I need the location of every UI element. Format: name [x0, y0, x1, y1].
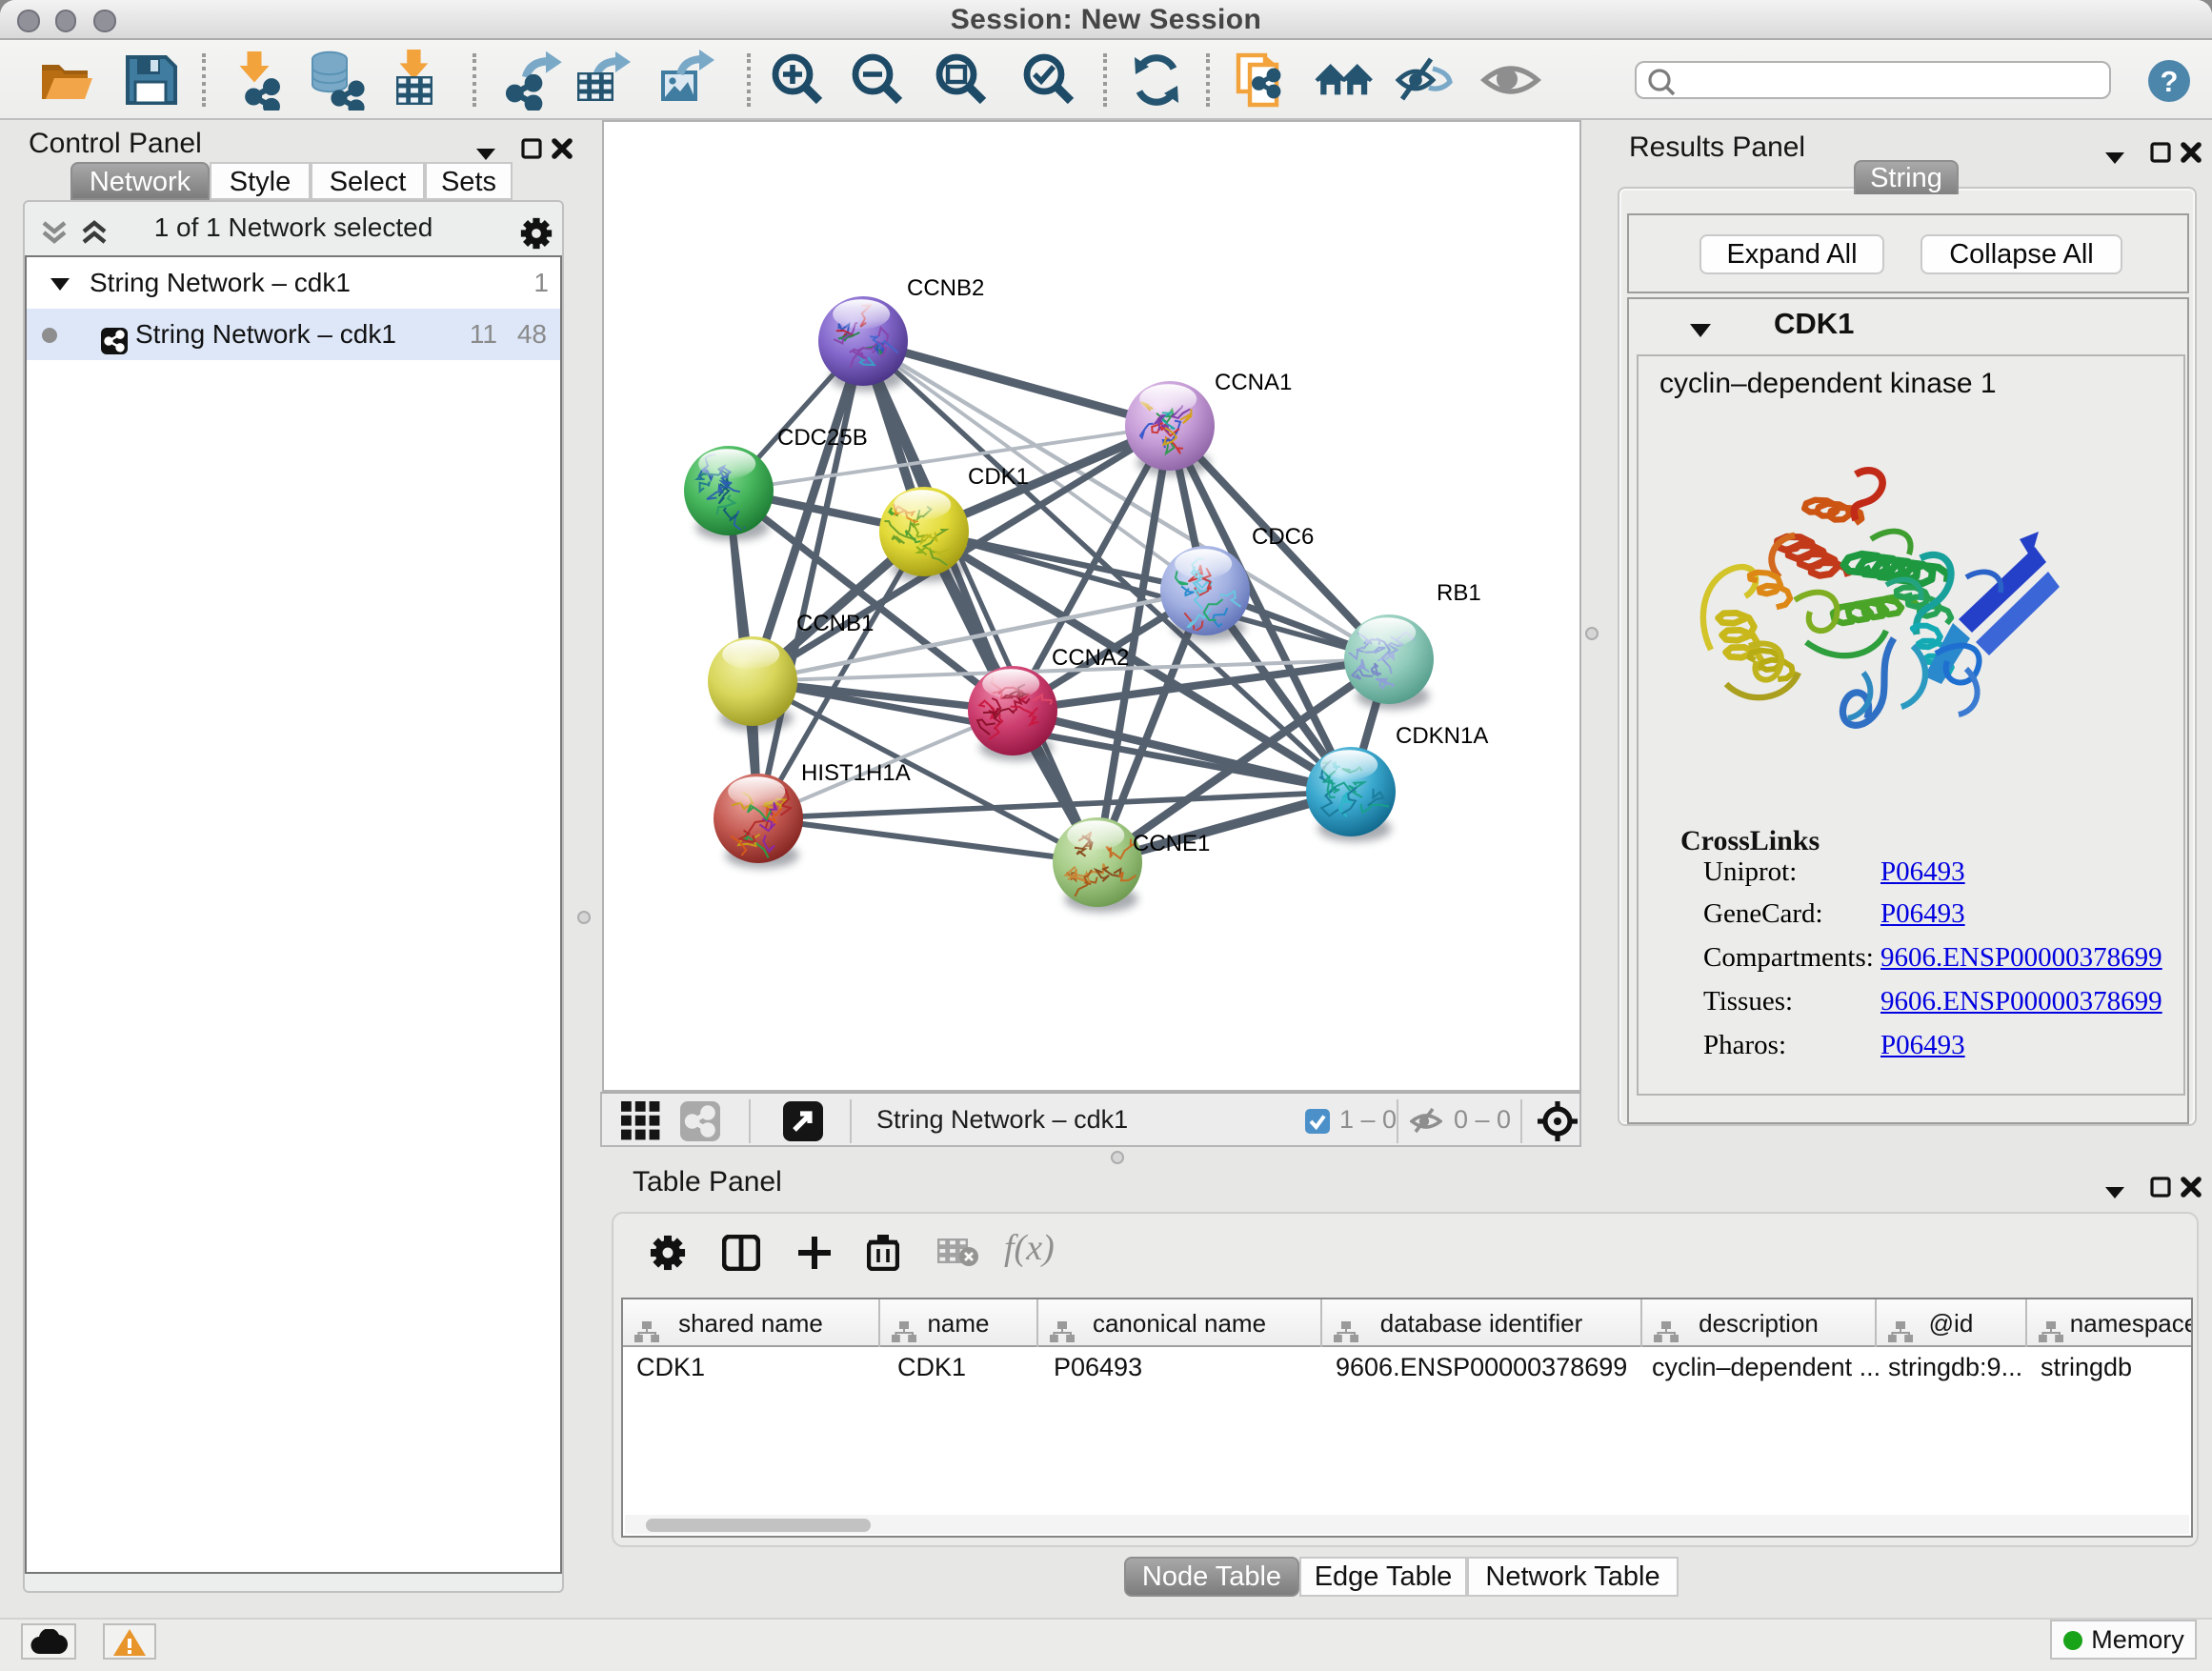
svg-text:CCNB1: CCNB1 — [796, 611, 874, 636]
svg-text:CDK1: CDK1 — [968, 464, 1029, 490]
svg-text:CCNB2: CCNB2 — [907, 275, 984, 301]
svg-text:HIST1H1A: HIST1H1A — [801, 760, 911, 786]
svg-text:CDC25B: CDC25B — [777, 425, 868, 451]
svg-text:CDKN1A: CDKN1A — [1396, 723, 1488, 749]
svg-text:CDC6: CDC6 — [1252, 524, 1314, 550]
svg-text:?: ? — [2161, 65, 2179, 98]
svg-text:RB1: RB1 — [1437, 580, 1481, 606]
svg-text:CCNE1: CCNE1 — [1133, 831, 1210, 856]
svg-text:CCNA1: CCNA1 — [1215, 370, 1292, 395]
svg-text:CCNA2: CCNA2 — [1052, 645, 1129, 671]
